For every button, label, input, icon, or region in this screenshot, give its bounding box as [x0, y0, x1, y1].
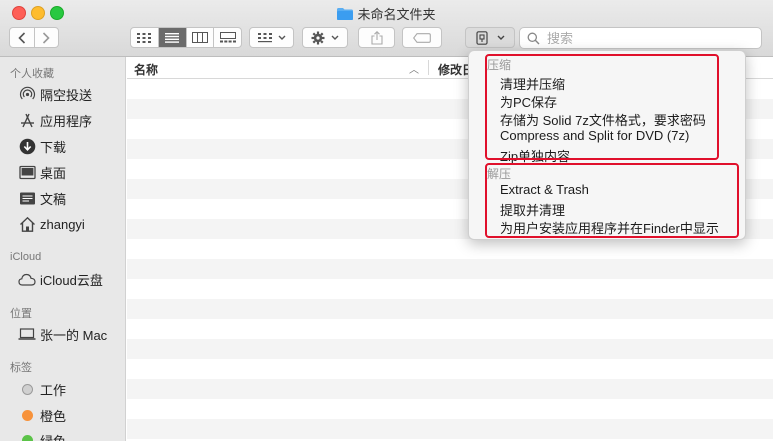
icon-view-icon [137, 32, 152, 43]
sidebar-item-documents[interactable]: 文稿 [18, 188, 66, 208]
group-by-button[interactable] [249, 27, 294, 48]
home-icon [18, 215, 36, 233]
sidebar-item-label: 隔空投送 [40, 87, 93, 103]
menu-item-extract-clean[interactable]: 提取并清理 [500, 200, 565, 219]
action-button[interactable] [302, 27, 348, 48]
icon-view-button[interactable] [131, 28, 159, 47]
gear-icon [311, 31, 325, 44]
sidebar-item-mac[interactable]: 张一的 Mac [18, 324, 107, 344]
chevron-down-icon [278, 35, 285, 40]
sidebar-item-label: zhangyi [40, 216, 85, 232]
sidebar-item-label: iCloud云盘 [40, 272, 103, 288]
tag-icon [413, 32, 431, 43]
window-title: 未命名文件夹 [357, 7, 436, 22]
documents-icon [18, 189, 36, 207]
toolbar: 未命名文件夹 [0, 0, 773, 57]
sidebar-item-airdrop[interactable]: 隔空投送 [18, 84, 92, 104]
archive-extension-button[interactable] [465, 27, 515, 48]
menu-item-extract-trash[interactable]: Extract & Trash [500, 182, 589, 197]
gallery-view-button[interactable] [214, 28, 241, 47]
list-view-icon [165, 32, 180, 43]
back-button[interactable] [10, 28, 35, 47]
group-grid-icon [257, 32, 272, 42]
archive-menu: 压缩 清理并压缩 为PC保存 存储为 Solid 7z文件格式，要求密码 Com… [468, 50, 746, 240]
finder-window: 未命名文件夹 搜索 个人收藏 隔空投送 应用程序 下载 桌面 文稿 zhangy… [0, 0, 773, 441]
share-icon [370, 30, 383, 45]
sidebar-item-desktop[interactable]: 桌面 [18, 162, 66, 182]
favorites-header: 个人收藏 [10, 68, 54, 80]
menu-section-compress: 压缩 [487, 58, 512, 72]
sidebar-item-downloads[interactable]: 下载 [18, 136, 66, 156]
sidebar-item-label: 应用程序 [40, 113, 93, 129]
menu-section-extract: 解压 [487, 167, 512, 181]
archive-icon [475, 30, 488, 45]
sidebar-tag-orange[interactable]: 橙色 [18, 405, 66, 425]
downloads-icon [18, 137, 36, 155]
sidebar-item-label: 橙色 [40, 408, 67, 424]
sidebar-item-label: 绿色 [40, 433, 67, 441]
sidebar-item-applications[interactable]: 应用程序 [18, 110, 92, 130]
search-icon [527, 32, 540, 44]
locations-header: 位置 [10, 308, 32, 320]
tag-button[interactable] [402, 27, 442, 48]
tag-color-dot [22, 434, 33, 441]
airdrop-icon [18, 85, 36, 103]
chevron-right-icon [43, 31, 51, 44]
nav-buttons [9, 27, 59, 48]
sidebar-tag-work[interactable]: 工作 [18, 379, 66, 399]
menu-item-clean-compress[interactable]: 清理并压缩 [500, 74, 565, 93]
tags-header: 标签 [10, 362, 32, 374]
sidebar-tag-green[interactable]: 绿色 [18, 430, 66, 441]
window-title-container: 未命名文件夹 [0, 4, 773, 23]
chevron-left-icon [18, 31, 26, 44]
applications-icon [18, 111, 36, 129]
chevron-down-icon [497, 35, 504, 40]
column-view-button[interactable] [187, 28, 215, 47]
search-input[interactable] [545, 29, 739, 47]
cloud-icon [18, 270, 36, 288]
sidebar-item-icloud-drive[interactable]: iCloud云盘 [18, 269, 103, 289]
search-field[interactable] [519, 27, 762, 49]
tag-color-dot [22, 383, 33, 395]
sort-ascending-icon: ︿ [409, 65, 419, 76]
sidebar-item-label: 工作 [40, 382, 67, 398]
tag-color-dot [22, 409, 33, 421]
sidebar-item-label: 下载 [40, 139, 67, 155]
column-divider[interactable] [428, 60, 429, 75]
share-button[interactable] [358, 27, 395, 48]
sidebar-item-label: 桌面 [40, 165, 67, 181]
sidebar-item-label: 文稿 [40, 191, 67, 207]
sidebar-item-label: 张一的 Mac [40, 327, 108, 343]
gallery-view-icon [219, 32, 236, 43]
menu-item-install-show-finder[interactable]: 为用户安装应用程序并在Finder中显示 [500, 218, 719, 237]
folder-icon [337, 8, 354, 20]
chevron-down-icon [331, 35, 339, 40]
forward-button[interactable] [35, 28, 58, 47]
desktop-icon [18, 163, 36, 181]
column-view-icon [191, 32, 208, 43]
laptop-icon [18, 325, 36, 343]
menu-item-zip-contents[interactable]: Zip单独内容 [500, 146, 570, 165]
icloud-header: iCloud [10, 251, 42, 263]
menu-item-solid-7z-password[interactable]: 存储为 Solid 7z文件格式，要求密码 [500, 110, 706, 129]
menu-item-split-dvd[interactable]: Compress and Split for DVD (7z) [500, 128, 689, 143]
list-view-button[interactable] [158, 28, 187, 47]
menu-item-save-for-pc[interactable]: 为PC保存 [500, 92, 557, 111]
sidebar: 个人收藏 隔空投送 应用程序 下载 桌面 文稿 zhangyi iCloud i… [0, 57, 126, 441]
view-mode-control [130, 27, 242, 48]
sidebar-item-home[interactable]: zhangyi [18, 214, 85, 234]
column-header-name[interactable]: 名称 [134, 61, 158, 78]
